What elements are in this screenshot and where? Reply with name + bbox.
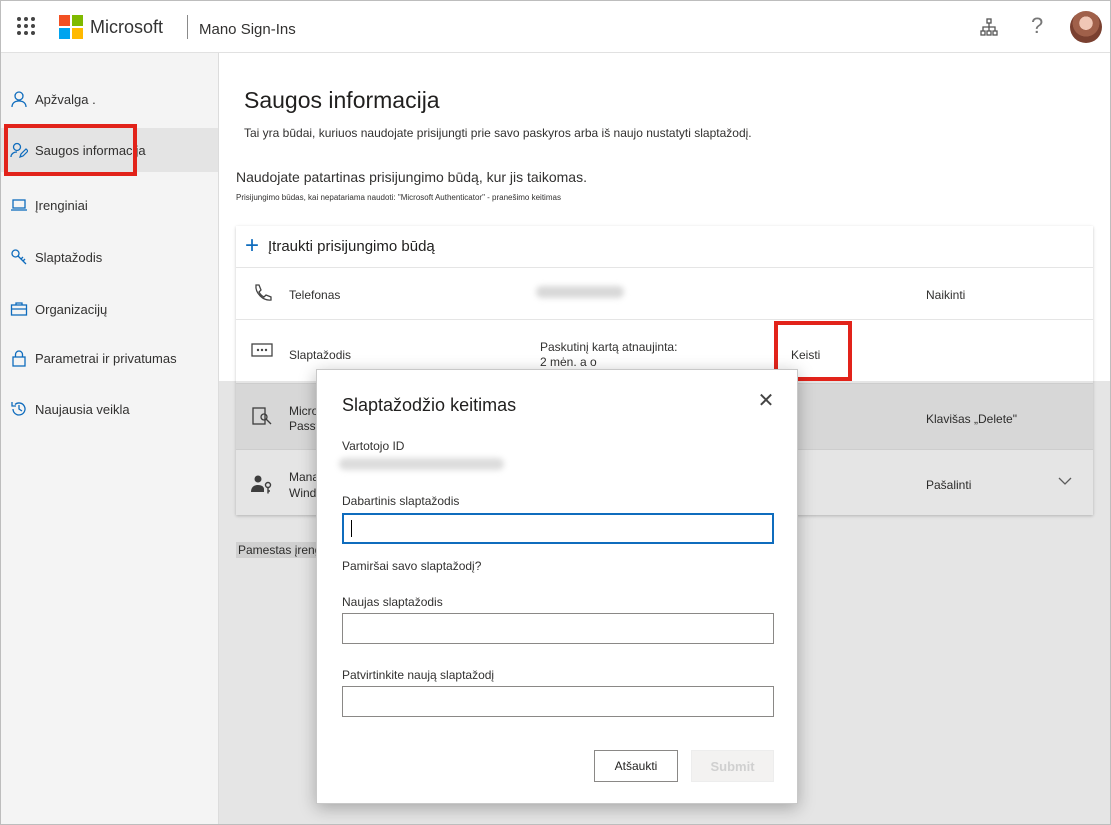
confirm-password-label: Patvirtinkite naują slaptažodį <box>342 668 495 682</box>
history-icon <box>11 402 26 416</box>
plus-icon: + <box>245 232 260 259</box>
sidebar-item-label: Apžvalga . <box>35 91 96 107</box>
page-title: Saugos informacija <box>244 87 440 113</box>
person-icon <box>11 91 27 108</box>
briefcase-icon <box>10 302 28 316</box>
sidebar-item-overview[interactable]: Apžvalga . <box>1 77 218 121</box>
user-id-label: Vartotojo ID <box>342 439 405 453</box>
user-id-redacted <box>339 458 504 470</box>
brand-name: Microsoft <box>90 17 164 37</box>
phone-icon <box>255 284 272 301</box>
password-dots-icon <box>251 343 273 357</box>
submit-button[interactable]: Submit <box>691 750 774 782</box>
method-name: Telefonas <box>289 288 341 302</box>
header-divider <box>187 15 188 39</box>
help-icon[interactable]: ? <box>1031 13 1043 39</box>
password-last-updated-value: 2 mėn. a o <box>540 355 597 369</box>
organization-icon[interactable] <box>979 17 999 37</box>
new-password-label: Naujas slaptažodis <box>342 595 443 609</box>
current-password-input[interactable] <box>342 513 774 544</box>
app-title[interactable]: Mano Sign-Ins <box>199 21 296 38</box>
delete-phone-link[interactable]: Naikinti <box>926 288 965 302</box>
sidebar-item-organizations[interactable]: Organizacijų <box>1 287 218 331</box>
cancel-button[interactable]: Atšaukti <box>594 750 678 782</box>
dialog-title: Slaptažodžio keitimas <box>342 395 517 415</box>
sidebar-item-label: Organizacijų <box>35 301 108 317</box>
sidebar-item-label: Įrenginiai <box>35 197 88 213</box>
sidebar-item-settings-privacy[interactable]: Parametrai ir privatumas <box>1 336 218 380</box>
change-password-dialog: Slaptažodžio keitimas ✕ Vartotojo ID Dab… <box>316 369 798 804</box>
sidebar-item-label: Slaptažodis <box>35 249 103 265</box>
top-header: Microsoft Mano Sign-Ins ? <box>1 1 1110 53</box>
microsoft-logo <box>59 15 83 39</box>
method-row-phone: Telefonas Naikinti <box>236 268 1093 320</box>
close-icon[interactable]: ✕ <box>757 391 775 411</box>
text-caret <box>351 520 352 537</box>
recommendation-subtext: Prisijungimo būdas, kai nepatariama naud… <box>236 193 561 202</box>
app-launcher-icon[interactable] <box>17 17 35 35</box>
sidebar-item-label: Naujausia veikla <box>35 401 130 417</box>
new-password-input[interactable] <box>342 613 774 644</box>
forgot-password-link[interactable]: Pamiršai savo slaptažodį? <box>342 559 481 573</box>
page-description: Tai yra būdai, kuriuos naudojate prisiju… <box>244 126 752 140</box>
recommendation-text: Naudojate patartinas prisijungimo būdą, … <box>236 169 587 185</box>
sidebar-item-recent-activity[interactable]: Naujausia veikla <box>1 387 218 431</box>
sidebar-item-devices[interactable]: Įrenginiai <box>1 183 218 227</box>
confirm-password-input[interactable] <box>342 686 774 717</box>
lock-icon <box>12 350 26 367</box>
add-method-button[interactable]: + Įtraukti prisijungimo būdą <box>236 226 1093 268</box>
add-method-label: Įtraukti prisijungimo būdą <box>268 238 435 255</box>
browser-frame: Microsoft Mano Sign-Ins ? Apžvalga . Sau… <box>0 0 1111 825</box>
key-icon <box>11 249 27 265</box>
user-avatar[interactable] <box>1070 11 1102 43</box>
current-password-label: Dabartinis slaptažodis <box>342 494 460 508</box>
method-name: Slaptažodis <box>289 348 352 362</box>
sidebar-item-password[interactable]: Slaptažodis <box>1 235 218 279</box>
phone-number-redacted <box>536 286 624 298</box>
sidebar-item-label: Parametrai ir privatumas <box>35 350 177 366</box>
highlight-box-sidebar <box>4 124 137 176</box>
laptop-icon <box>11 199 27 211</box>
password-last-updated-label: Paskutinį kartą atnaujinta: <box>540 340 678 354</box>
